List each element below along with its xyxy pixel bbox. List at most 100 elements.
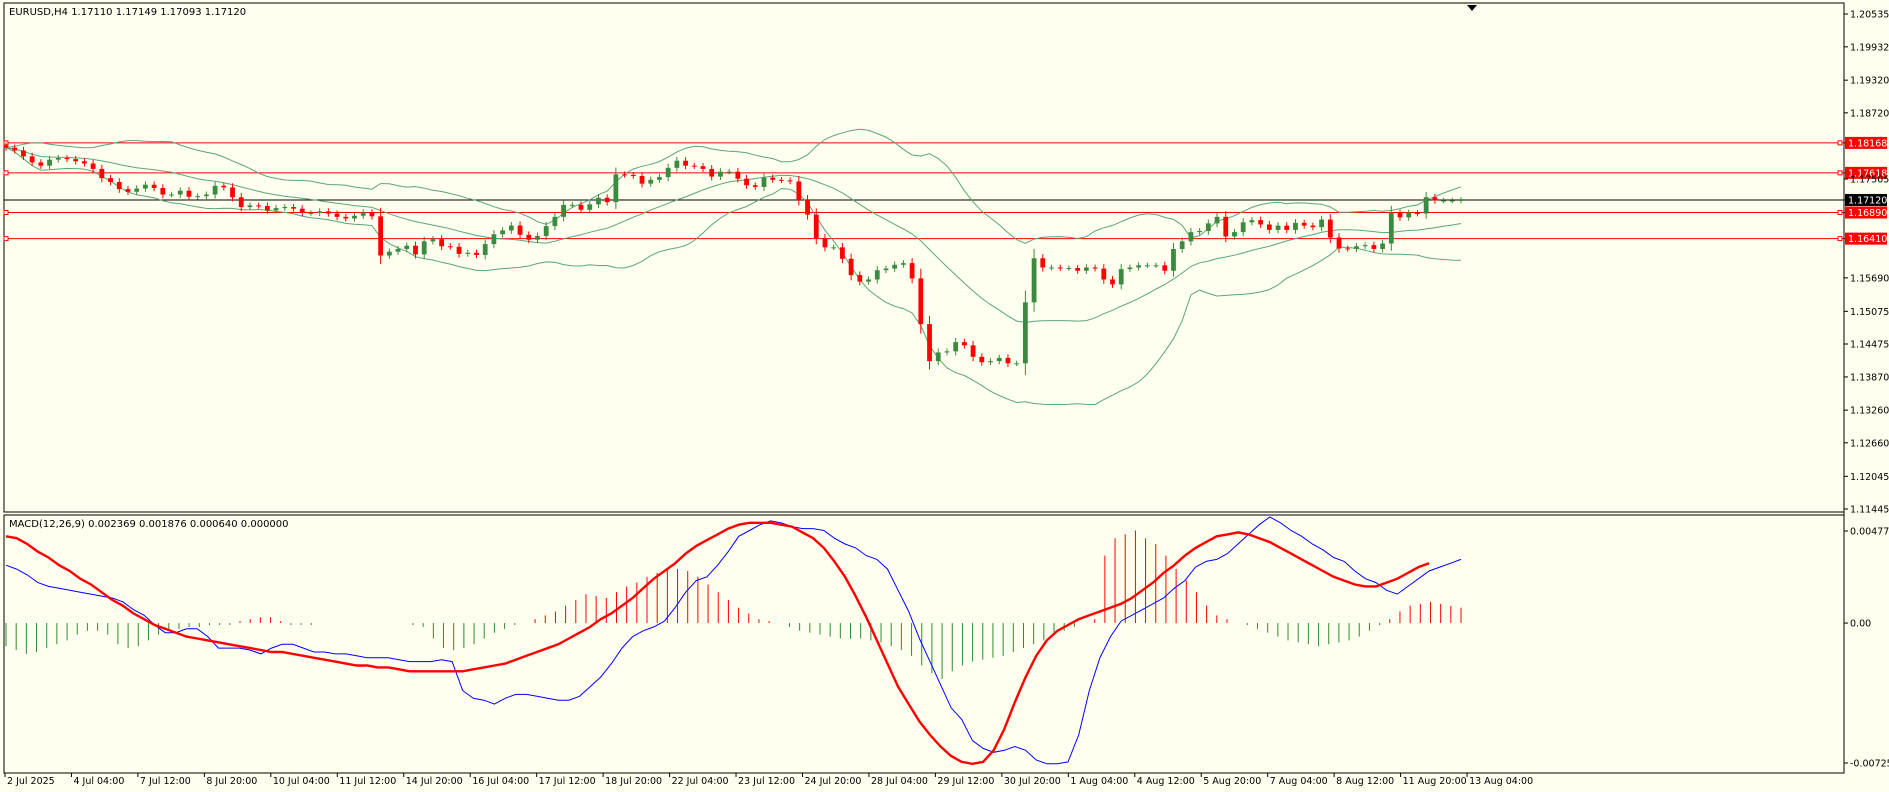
candle-body [413, 245, 418, 255]
time-axis-label: 1 Aug 04:00 [1070, 776, 1128, 787]
candle-body [935, 352, 941, 362]
candle-body [1092, 267, 1098, 269]
price-level-handle [3, 236, 9, 242]
candle-body [186, 190, 192, 197]
candle-body [73, 159, 79, 162]
candle-body [465, 252, 471, 254]
time-axis-label: 8 Aug 12:00 [1336, 776, 1394, 787]
candle-body [787, 180, 793, 182]
time-axis-label: 16 Jul 04:00 [472, 776, 529, 787]
candle-body [691, 165, 697, 167]
candle-body [3, 145, 9, 148]
candle-body [569, 204, 575, 206]
candle-body [334, 213, 340, 217]
candle-body [1232, 232, 1237, 237]
candle-body [735, 171, 741, 179]
candle-body [1371, 245, 1377, 249]
candle-body [247, 205, 253, 208]
price-axis-label: 1.11445 [1850, 505, 1889, 516]
candle-body [1432, 197, 1438, 201]
candle-body [439, 239, 445, 247]
candle-body [622, 174, 627, 176]
price-axis-label: 1.19320 [1850, 76, 1889, 87]
candle-body [578, 204, 584, 210]
time-axis-label: 4 Aug 12:00 [1137, 776, 1195, 787]
candle-body [517, 225, 523, 235]
time-axis-label: 8 Jul 20:00 [206, 776, 257, 787]
candle-body [639, 176, 645, 184]
price-axis-label: 1.16890 [1848, 208, 1887, 219]
time-axis-label: 11 Aug 20:00 [1403, 776, 1467, 787]
candle-body [1014, 363, 1020, 365]
candle-body [1284, 225, 1290, 230]
candle-body [970, 345, 976, 357]
candle-body [700, 166, 706, 169]
candle-body [1354, 246, 1359, 249]
candle-body [395, 248, 401, 252]
time-axis-label: 29 Jul 12:00 [937, 776, 994, 787]
time-axis-label: 14 Jul 20:00 [406, 776, 463, 787]
time-axis: 2 Jul 2025 4 Jul 04:00 7 Jul 12:00 8 Jul 20… [4, 773, 1533, 787]
candle-body [1458, 199, 1464, 201]
price-axis-label: 1.18720 [1850, 108, 1889, 119]
candle-body [613, 174, 619, 203]
time-axis-label: 23 Jul 12:00 [738, 776, 795, 787]
candle-body [961, 342, 967, 346]
candle-body [526, 234, 532, 240]
candle-body [1127, 267, 1133, 270]
time-axis-label: 17 Jul 12:00 [539, 776, 596, 787]
candle-body [1327, 219, 1333, 238]
candle-body [1110, 279, 1115, 285]
candle-body [1049, 267, 1054, 269]
time-axis-label: 4 Jul 04:00 [73, 776, 124, 787]
candle-body [1022, 302, 1028, 364]
candle-body [256, 205, 262, 207]
candle-body [343, 216, 349, 219]
candle-body [12, 147, 18, 151]
price-level-handle [1837, 140, 1843, 146]
time-axis-label: 7 Jul 12:00 [140, 776, 191, 787]
macd-header: MACD(12,26,9) 0.002369 0.001876 0.000640… [9, 519, 289, 530]
candle-body [474, 252, 479, 255]
candle-body [1266, 224, 1272, 230]
candle-body [1153, 265, 1159, 267]
price-axis-label: 1.13870 [1850, 372, 1889, 383]
candle-body [282, 207, 288, 209]
macd-axis-label: 0.004774 [1850, 527, 1889, 538]
price-axis-label: 1.19932 [1850, 42, 1889, 53]
candle-body [29, 156, 35, 163]
candle-body [1162, 265, 1168, 271]
candle-body [1197, 231, 1203, 233]
candle-body [988, 361, 993, 363]
candle-body [1336, 237, 1342, 249]
candle-body [1423, 197, 1429, 214]
candle-body [805, 199, 810, 215]
candle-body [744, 178, 749, 186]
candle-body [1005, 357, 1011, 364]
macd-axis-label: -0.007257 [1850, 759, 1889, 770]
macd-axis-label: 0.00 [1850, 619, 1871, 630]
candle-body [291, 207, 296, 209]
candle-body [386, 251, 392, 256]
candle-body [134, 188, 140, 192]
candle-body [543, 226, 549, 236]
price-level-handle [3, 170, 9, 176]
candle-body [421, 241, 427, 255]
candle-body [1310, 225, 1316, 228]
candle-body [1040, 258, 1046, 268]
candle-body [1301, 222, 1307, 226]
candle-body [1205, 223, 1211, 232]
candle-body [221, 185, 227, 188]
candle-body [491, 234, 497, 245]
candle-body [831, 247, 837, 249]
chart-background [0, 0, 1889, 792]
candle-body [1075, 268, 1081, 271]
price-axis-label: 1.14475 [1850, 340, 1889, 351]
candle-body [1275, 225, 1281, 230]
price-axis-label: 1.18168 [1848, 138, 1887, 149]
price-axis-label: 1.12660 [1850, 438, 1889, 449]
candle-body [325, 211, 331, 214]
candle-body [648, 179, 654, 184]
candle-body [1144, 265, 1150, 267]
candle-body [500, 230, 506, 235]
